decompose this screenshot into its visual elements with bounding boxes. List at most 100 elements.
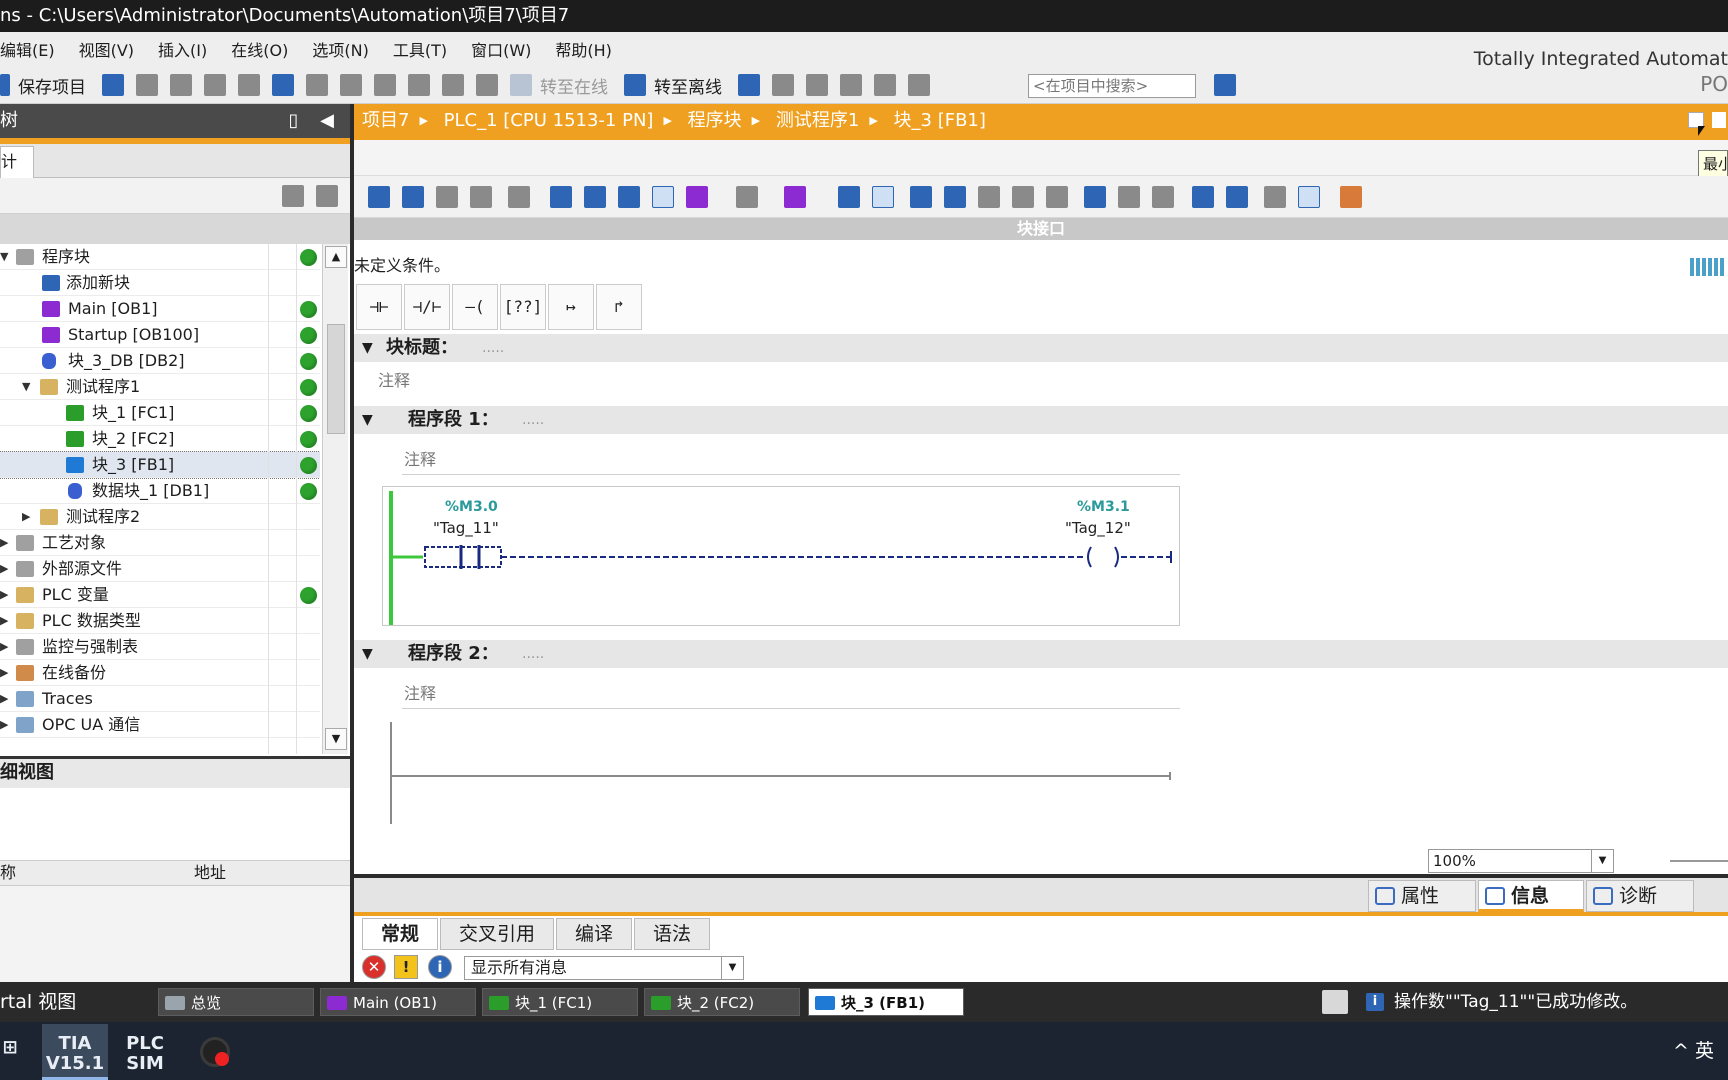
coil-tag[interactable]: "Tag_12" <box>1065 519 1131 537</box>
no-contact-button[interactable]: ⊣⊢ <box>356 284 402 330</box>
network-2-title-value[interactable]: ..... <box>522 640 544 668</box>
expand-arrow-icon[interactable]: ▼ <box>0 244 8 270</box>
breadcrumb-program-blocks[interactable]: 程序块 <box>688 110 742 131</box>
split-vertical-icon[interactable] <box>908 74 930 96</box>
block-comment[interactable]: 注释 <box>378 367 410 391</box>
stop-cpu-icon[interactable] <box>806 74 828 96</box>
close-all-networks-icon[interactable] <box>584 186 606 208</box>
menu-options[interactable]: 选项(N) <box>312 38 380 64</box>
delete-icon[interactable] <box>238 74 260 96</box>
chevron-down-icon[interactable]: ▼ <box>1591 850 1613 872</box>
menu-view[interactable]: 视图(V) <box>79 38 146 64</box>
compile-icon[interactable] <box>340 74 362 96</box>
collapse-triangle-icon[interactable]: ▼ <box>362 406 373 434</box>
expand-arrow-icon[interactable]: ▶ <box>0 582 8 608</box>
taskbar-tia-portal[interactable]: TIA V15.1 <box>42 1024 108 1080</box>
info-filter-icon[interactable]: i <box>428 955 452 979</box>
next-error-icon[interactable] <box>944 186 966 208</box>
breadcrumb-plc[interactable]: PLC_1 [CPU 1513-1 PN] <box>444 110 654 131</box>
accessible-devices-icon[interactable] <box>738 74 760 96</box>
system-tray[interactable]: ^ 英 <box>1673 1036 1714 1063</box>
tree-item-block2-fc2[interactable]: 块_2 [FC2] <box>0 426 320 452</box>
monitor-icon[interactable] <box>1264 186 1286 208</box>
menu-online[interactable]: 在线(O) <box>231 38 300 64</box>
upload-icon[interactable] <box>408 74 430 96</box>
tree-item-add-new-block[interactable]: 添加新块 <box>0 270 320 296</box>
menu-insert[interactable]: 插入(I) <box>158 38 219 64</box>
expand-arrow-icon[interactable]: ▶ <box>22 504 30 530</box>
new-project-icon[interactable] <box>0 74 10 96</box>
tree-item-opc-ua[interactable]: ▶ OPC UA 通信 <box>0 712 320 738</box>
overview-icon[interactable] <box>872 186 894 208</box>
subtab-general[interactable]: 常规 <box>362 918 439 950</box>
project-search-input[interactable]: <在项目中搜索> <box>1028 74 1196 98</box>
split-horizontal-icon[interactable] <box>874 74 896 96</box>
monitor-on-off-icon[interactable] <box>1298 186 1320 208</box>
tree-item-startup-ob100[interactable]: Startup [OB100] <box>0 322 320 348</box>
snapshot-icon[interactable] <box>1046 186 1068 208</box>
tab-properties[interactable]: 属性 <box>1368 880 1476 912</box>
add-row-icon[interactable] <box>470 186 492 208</box>
portal-tab-block3-fb1[interactable]: 块_3 (FB1) <box>808 988 964 1016</box>
favorites-icon[interactable] <box>686 186 708 208</box>
tree-item-datablock1-db1[interactable]: 数据块_1 [DB1] <box>0 478 320 504</box>
expand-arrow-icon[interactable]: ▶ <box>0 660 8 686</box>
tree-scrollbar[interactable]: ▲ ▼ <box>322 244 348 754</box>
collapse-triangle-icon[interactable]: ▼ <box>362 640 373 668</box>
table-view-icon[interactable] <box>282 185 304 207</box>
zoom-select[interactable]: 100% ▼ <box>1428 849 1614 873</box>
print-icon[interactable] <box>102 74 124 96</box>
subtab-syntax[interactable]: 语法 <box>634 918 711 950</box>
details-col-name[interactable]: 称 <box>0 861 16 885</box>
tree-item-watch-force-tables[interactable]: ▶ 监控与强制表 <box>0 634 320 660</box>
tree-item-external-sources[interactable]: ▶ 外部源文件 <box>0 556 320 582</box>
tree-item-program-blocks[interactable]: ▼ 程序块 <box>0 244 320 270</box>
block-title-value[interactable]: ..... <box>482 334 504 362</box>
expand-arrow-icon[interactable]: ▶ <box>0 608 8 634</box>
contact-tag[interactable]: "Tag_11" <box>433 519 499 537</box>
tab-diagnostics[interactable]: 诊断 <box>1586 880 1694 912</box>
simulation-icon[interactable] <box>442 74 464 96</box>
portal-tab-main-ob1[interactable]: Main (OB1) <box>320 988 476 1016</box>
menu-edit[interactable]: 编辑(E) <box>0 38 67 64</box>
tag-info-icon[interactable] <box>784 186 806 208</box>
coil-button[interactable]: –( )– <box>452 284 498 360</box>
insert-network-icon[interactable] <box>368 186 390 208</box>
go-to-error-icon[interactable] <box>910 186 932 208</box>
breakpoint-icon[interactable] <box>736 186 758 208</box>
menu-window[interactable]: 窗口(W) <box>471 38 543 64</box>
expand-arrow-icon[interactable]: ▶ <box>0 556 8 582</box>
network-1-title-value[interactable]: ..... <box>522 406 544 434</box>
insert-row-icon[interactable] <box>436 186 458 208</box>
tree-item-test-program2[interactable]: ▶ 测试程序2 <box>0 504 320 530</box>
block-title-bar[interactable]: ▼ 块标题： ..... <box>354 334 1728 362</box>
indent-icon[interactable] <box>1084 186 1106 208</box>
network-2-title-bar[interactable]: ▼ 程序段 2： ..... <box>354 640 1728 668</box>
tree-list-icon[interactable] <box>1152 186 1174 208</box>
go-offline-icon[interactable] <box>624 74 646 96</box>
cross-tools-icon[interactable] <box>840 74 862 96</box>
breadcrumb-block[interactable]: 块_3 [FB1] <box>894 110 986 131</box>
menu-help[interactable]: 帮助(H) <box>555 38 624 64</box>
tree-item-block3-fb1[interactable]: 块_3 [FB1] <box>0 451 320 479</box>
collapse-panel-icon[interactable]: ▯ ◀ <box>289 104 342 138</box>
absolute-operands-icon[interactable] <box>618 186 640 208</box>
menu-tools[interactable]: 工具(T) <box>393 38 459 64</box>
expand-arrow-icon[interactable]: ▶ <box>0 634 8 660</box>
tree-item-online-backups[interactable]: ▶ 在线备份 <box>0 660 320 686</box>
show-tags-icon[interactable] <box>838 186 860 208</box>
expand-arrow-icon[interactable]: ▼ <box>22 374 30 400</box>
update-calls-icon[interactable] <box>978 186 1000 208</box>
task-view-icon[interactable]: ⊞ <box>0 1024 20 1080</box>
paste-icon[interactable] <box>204 74 226 96</box>
download-icon[interactable] <box>374 74 396 96</box>
minimap-icon[interactable] <box>1690 258 1726 276</box>
tree-item-block3-db[interactable]: 块_3_DB [DB2] <box>0 348 320 374</box>
breadcrumb-project[interactable]: 项目7 <box>362 110 409 131</box>
contact-address[interactable]: %M3.0 <box>445 499 498 515</box>
network-1-comment[interactable]: 注释 <box>404 446 436 470</box>
scroll-down-icon[interactable]: ▼ <box>325 728 347 750</box>
compare-icon[interactable] <box>1012 186 1034 208</box>
coil-address[interactable]: %M3.1 <box>1077 499 1130 515</box>
tree-item-plc-data-types[interactable]: ▶ PLC 数据类型 <box>0 608 320 634</box>
